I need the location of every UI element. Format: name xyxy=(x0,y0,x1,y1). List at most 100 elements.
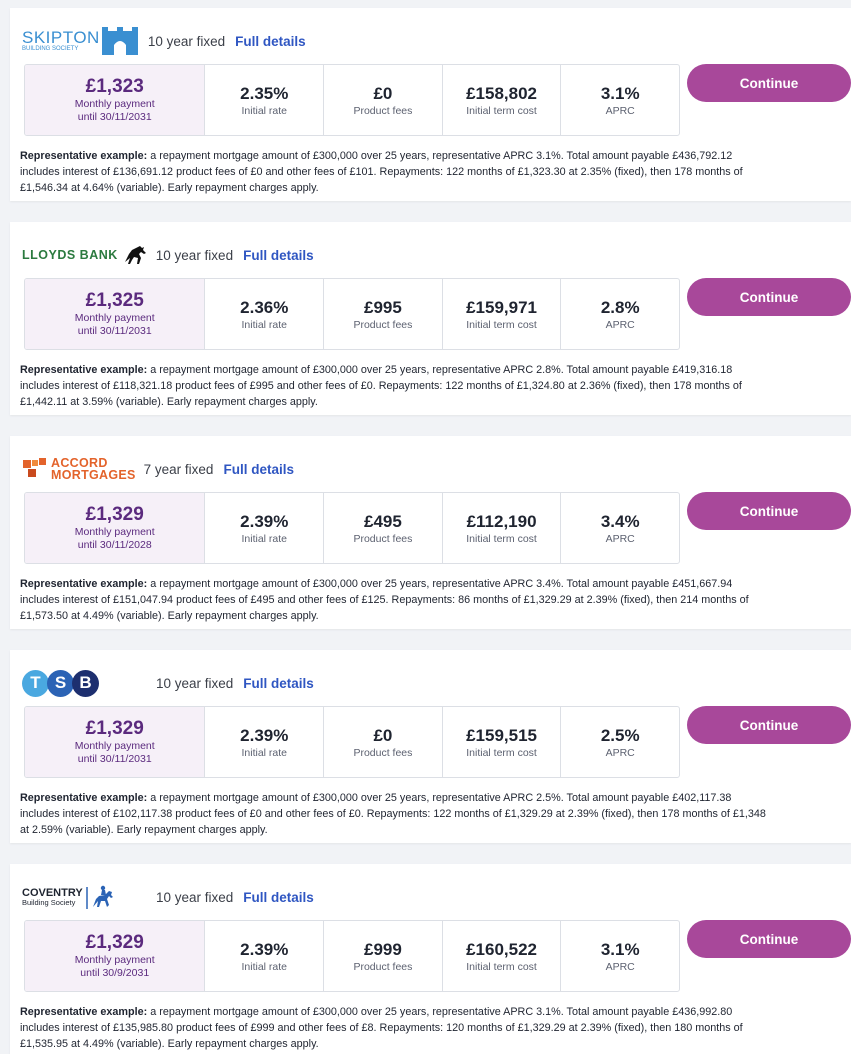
tsb-letter-s: S xyxy=(47,669,74,697)
aprc-value: 3.1% xyxy=(600,939,640,959)
aprc-value: 3.1% xyxy=(600,83,640,103)
initial-rate-value: 2.39% xyxy=(240,725,289,745)
monthly-payment-value: £1,329 xyxy=(85,504,144,525)
deal-stats: £1,323 Monthly payment until 30/11/2031 … xyxy=(24,64,680,136)
deal-header: SKIPTON BUILDING SOCIETY 10 year fixed F… xyxy=(22,22,306,60)
monthly-payment-until: until 30/11/2031 xyxy=(77,325,152,337)
rep-example-line2: includes interest of £135,985.80 product… xyxy=(20,1022,743,1034)
aprc-label: APRC xyxy=(605,532,635,545)
monthly-payment: £1,323 Monthly payment until 30/11/2031 xyxy=(25,65,206,135)
continue-button[interactable]: Continue xyxy=(687,278,851,316)
rep-example-line3: at 2.59% (variable). Early repayment cha… xyxy=(20,824,268,836)
initial-rate-value: 2.36% xyxy=(240,297,289,317)
accord-logo: ACCORD MORTGAGES xyxy=(22,450,136,488)
initial-term-cost: £160,522 Initial term cost xyxy=(443,921,562,991)
product-fees-value: £495 xyxy=(364,511,402,531)
deal-term: 10 year fixed xyxy=(155,247,234,263)
monthly-payment-label: Monthly payment xyxy=(74,98,155,110)
aprc: 3.1% APRC xyxy=(561,65,679,135)
initial-term-cost-label: Initial term cost xyxy=(466,318,537,331)
deal-card-tsb: T S B 10 year fixed Full details £1,329 … xyxy=(10,650,851,843)
product-fees: £495 Product fees xyxy=(324,493,443,563)
representative-example: Representative example: a repayment mort… xyxy=(20,790,851,838)
initial-term-cost: £159,515 Initial term cost xyxy=(443,707,562,777)
deal-header: ACCORD MORTGAGES 7 year fixed Full detai… xyxy=(22,450,294,488)
deal-stats: £1,329 Monthly payment until 30/9/2031 2… xyxy=(24,920,680,992)
tsb-logo: T S B xyxy=(22,664,148,702)
rep-example-line3: £1,573.50 at 4.49% (variable). Early rep… xyxy=(20,610,319,622)
deal-list: SKIPTON BUILDING SOCIETY 10 year fixed F… xyxy=(0,0,851,1054)
continue-button[interactable]: Continue xyxy=(687,920,851,958)
monthly-payment-value: £1,329 xyxy=(85,932,144,953)
aprc: 3.1% APRC xyxy=(561,921,679,991)
representative-example: Representative example: a repayment mort… xyxy=(20,148,851,196)
full-details-link[interactable]: Full details xyxy=(243,676,314,691)
initial-term-cost: £159,971 Initial term cost xyxy=(443,279,562,349)
rep-example-line1: a repayment mortgage amount of £300,000 … xyxy=(147,578,733,590)
full-details-link[interactable]: Full details xyxy=(243,248,314,263)
logo-text: COVENTRY xyxy=(22,886,83,899)
monthly-payment: £1,329 Monthly payment until 30/11/2028 xyxy=(25,493,206,563)
rep-example-line1: a repayment mortgage amount of £300,000 … xyxy=(147,150,733,162)
initial-rate-label: Initial rate xyxy=(241,532,288,545)
initial-term-cost-label: Initial term cost xyxy=(466,746,537,759)
rep-example-heading: Representative example: xyxy=(20,150,148,162)
rep-example-line2: includes interest of £151,047.94 product… xyxy=(20,594,749,606)
continue-button[interactable]: Continue xyxy=(687,706,851,744)
rep-example-line2: includes interest of £102,117.38 product… xyxy=(20,808,766,820)
initial-term-cost-value: £112,190 xyxy=(466,511,537,531)
product-fees-label: Product fees xyxy=(353,746,413,759)
logo-text: LLOYDS BANK xyxy=(22,248,118,262)
initial-rate: 2.35% Initial rate xyxy=(205,65,325,135)
continue-button[interactable]: Continue xyxy=(687,64,851,102)
deal-term: 10 year fixed xyxy=(156,675,234,691)
monthly-payment: £1,325 Monthly payment until 30/11/2031 xyxy=(25,279,206,349)
continue-button[interactable]: Continue xyxy=(687,492,851,530)
aprc-label: APRC xyxy=(605,746,635,759)
initial-term-cost-value: £158,802 xyxy=(466,83,537,103)
monthly-payment: £1,329 Monthly payment until 30/11/2031 xyxy=(25,707,206,777)
deal-header: T S B 10 year fixed Full details xyxy=(22,664,314,702)
horse-rider-icon xyxy=(85,885,113,909)
lloyds-logo: LLOYDS BANK xyxy=(22,236,148,274)
deal-card-lloyds: LLOYDS BANK 10 year fixed Full details £… xyxy=(10,222,851,415)
deal-card-accord: ACCORD MORTGAGES 7 year fixed Full detai… xyxy=(10,436,851,629)
monthly-payment-until: until 30/9/2031 xyxy=(80,967,150,979)
initial-term-cost-label: Initial term cost xyxy=(466,960,537,973)
initial-rate-label: Initial rate xyxy=(241,960,288,973)
aprc-label: APRC xyxy=(605,960,635,973)
deal-card-skipton: SKIPTON BUILDING SOCIETY 10 year fixed F… xyxy=(10,8,851,201)
deal-stats: £1,325 Monthly payment until 30/11/2031 … xyxy=(24,278,680,350)
initial-term-cost-value: £159,515 xyxy=(466,725,537,745)
initial-term-cost: £112,190 Initial term cost xyxy=(443,493,562,563)
rep-example-line3: £1,535.95 at 4.49% (variable). Early rep… xyxy=(20,1038,319,1050)
initial-term-cost-label: Initial term cost xyxy=(466,532,537,545)
product-fees: £0 Product fees xyxy=(324,65,443,135)
monthly-payment-label: Monthly payment xyxy=(74,312,155,324)
rep-example-line2: includes interest of £118,321.18 product… xyxy=(20,380,742,392)
product-fees: £999 Product fees xyxy=(324,921,443,991)
deal-term: 10 year fixed xyxy=(156,889,234,905)
initial-rate-label: Initial rate xyxy=(241,104,288,117)
aprc: 2.5% APRC xyxy=(561,707,679,777)
full-details-link[interactable]: Full details xyxy=(223,462,294,477)
full-details-link[interactable]: Full details xyxy=(235,34,306,49)
aprc-value: 2.8% xyxy=(600,297,640,317)
monthly-payment-label: Monthly payment xyxy=(74,740,155,752)
deal-header: COVENTRY Building Society 10 year fixed … xyxy=(22,878,314,916)
monthly-payment-until: until 30/11/2028 xyxy=(77,539,152,551)
initial-rate-value: 2.39% xyxy=(240,939,289,959)
rep-example-line3: £1,546.34 at 4.64% (variable). Early rep… xyxy=(20,182,319,194)
monthly-payment-value: £1,325 xyxy=(85,290,144,311)
initial-rate-label: Initial rate xyxy=(241,746,288,759)
product-fees-value: £0 xyxy=(373,83,393,103)
monthly-payment-label: Monthly payment xyxy=(74,954,155,966)
initial-rate: 2.39% Initial rate xyxy=(205,707,325,777)
monthly-payment-until: until 30/11/2031 xyxy=(77,753,152,765)
aprc-label: APRC xyxy=(605,318,635,331)
logo-subtext: MORTGAGES xyxy=(51,468,136,482)
deal-term: 10 year fixed xyxy=(147,33,226,49)
initial-term-cost-value: £159,971 xyxy=(466,297,537,317)
deal-stats: £1,329 Monthly payment until 30/11/2031 … xyxy=(24,706,680,778)
full-details-link[interactable]: Full details xyxy=(243,890,314,905)
